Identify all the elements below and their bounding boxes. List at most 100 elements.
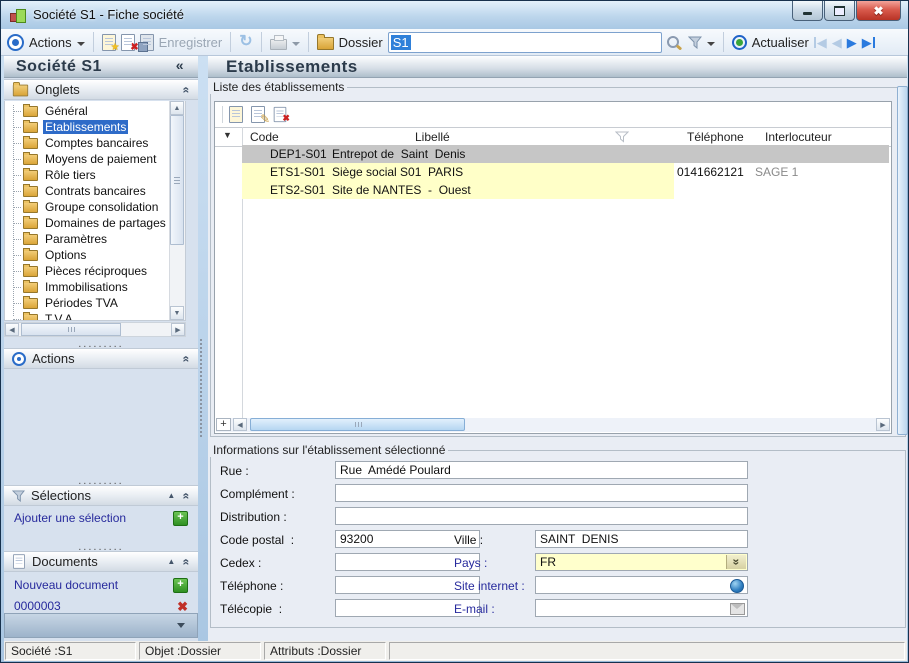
document-icon <box>13 554 25 568</box>
delete-record-button[interactable]: ✖ <box>121 34 135 51</box>
splitter-handle[interactable]: ......... <box>4 340 198 348</box>
title-bar[interactable]: Société S1 - Fiche société ✖ <box>1 1 908 29</box>
tree-stub <box>13 303 21 304</box>
site-internet-field[interactable] <box>535 576 748 594</box>
collapse-section-icon[interactable]: « <box>180 492 194 499</box>
actions-caret-icon[interactable] <box>77 42 85 50</box>
actions-section-header[interactable]: Actions « <box>4 348 198 369</box>
pin-up-icon[interactable]: ▲ <box>167 558 175 566</box>
status-empty <box>389 642 905 660</box>
sidebar-item-domaines-de-partages[interactable]: Domaines de partages <box>5 215 168 231</box>
sidebar-item-immobilisations[interactable]: Immobilisations <box>5 279 130 295</box>
maximize-button[interactable] <box>824 1 855 21</box>
save-icon[interactable] <box>140 34 154 51</box>
actualiser-button[interactable]: Actualiser <box>752 35 809 50</box>
filter-icon <box>12 490 25 502</box>
scroll-left-button[interactable]: ◀ <box>5 323 19 336</box>
refresh-icon[interactable]: ↻ <box>239 35 252 49</box>
email-field[interactable] <box>535 599 748 617</box>
sidebar-item-contrats-bancaires[interactable]: Contrats bancaires <box>5 183 148 199</box>
delete-document-icon[interactable]: ✖ <box>177 600 188 613</box>
status-bar: Société :S1 Objet :Dossier Attributs :Do… <box>4 641 907 661</box>
scroll-thumb[interactable] <box>21 323 121 336</box>
add-selection-link[interactable]: Ajouter une sélection <box>14 511 126 525</box>
sidebar-item-etablissements[interactable]: Etablissements <box>5 119 128 135</box>
sidebar-item-parametres[interactable]: Paramètres <box>5 231 109 247</box>
sidebar-item-comptes-bancaires[interactable]: Comptes bancaires <box>5 135 150 151</box>
scroll-thumb[interactable] <box>170 115 184 245</box>
add-icon[interactable]: + <box>173 578 188 593</box>
sidebar-item-moyens-de-paiement[interactable]: Moyens de paiement <box>5 151 158 167</box>
documents-section-label: Documents <box>32 554 98 569</box>
rue-field[interactable]: Rue Amédé Poulard <box>335 461 748 479</box>
pin-up-icon[interactable]: ▲ <box>167 492 175 500</box>
documents-section-header[interactable]: Documents ▲ « <box>4 551 198 572</box>
sidebar-item-role-tiers[interactable]: Rôle tiers <box>5 167 98 183</box>
scroll-down-button[interactable]: ▼ <box>170 306 184 320</box>
tree-vertical-scrollbar[interactable]: ▲ ▼ <box>169 101 185 320</box>
splitter-handle[interactable]: ......... <box>4 543 198 551</box>
send-email-button[interactable] <box>729 602 745 615</box>
collapse-section-icon[interactable]: « <box>180 558 194 565</box>
nav-last-button[interactable]: ▶ <box>862 36 875 49</box>
filter-caret-icon[interactable] <box>707 42 715 50</box>
ville-field[interactable]: SAINT DENIS <box>535 530 748 548</box>
onglets-section-header[interactable]: Onglets « <box>4 79 198 100</box>
complement-field[interactable] <box>335 484 748 502</box>
close-icon: ✖ <box>873 4 883 18</box>
selections-section-header[interactable]: Sélections ▲« <box>4 485 198 506</box>
panel-splitter[interactable] <box>200 339 202 437</box>
save-button[interactable]: Enregistrer <box>159 35 223 50</box>
printer-icon[interactable] <box>270 39 287 50</box>
search-input[interactable]: S1 <box>388 32 662 53</box>
nav-next-button[interactable]: ▶ <box>847 36 857 49</box>
collapse-section-icon[interactable]: « <box>180 355 194 362</box>
chevron-down-icon: » <box>730 559 744 566</box>
onglets-section-label: Onglets <box>35 82 80 97</box>
close-button[interactable]: ✖ <box>856 1 901 21</box>
minimize-icon <box>803 12 812 15</box>
folder-icon <box>23 298 38 309</box>
minimize-button[interactable] <box>792 1 823 21</box>
new-record-button[interactable]: ★ <box>102 34 116 51</box>
sidebar-bottom-bar[interactable] <box>4 613 198 638</box>
thumb-grip <box>68 327 75 332</box>
scroll-right-button[interactable]: ▶ <box>171 323 185 336</box>
add-icon[interactable]: + <box>173 511 188 526</box>
tabs-tree: Général Etablissements Comptes bancaires… <box>4 101 186 321</box>
thumb-grip <box>174 177 180 184</box>
document-item-link[interactable]: 0000003 <box>14 599 61 613</box>
splitter-handle[interactable]: ......... <box>4 477 198 485</box>
telephone-label: Téléphone : <box>220 579 283 593</box>
actions-menu-button[interactable]: Actions <box>29 35 72 50</box>
email-label: E-mail : <box>454 602 495 616</box>
sidebar-header: Société S1 « <box>4 56 198 78</box>
search-icon[interactable] <box>667 36 679 48</box>
sidebar-item-periodes-tva[interactable]: Périodes TVA <box>5 295 120 311</box>
sidebar: Société S1 « Onglets « Général Etablisse… <box>4 56 198 641</box>
dossier-button[interactable]: Dossier <box>339 35 383 50</box>
tree-stub <box>13 111 21 112</box>
distribution-field[interactable] <box>335 507 748 525</box>
sidebar-item-tva[interactable]: T.V.A. <box>5 311 78 321</box>
globe-icon <box>730 579 744 593</box>
pays-field[interactable]: FR » <box>535 553 748 571</box>
collapse-sidebar-button[interactable]: « <box>176 57 184 73</box>
pays-dropdown-button[interactable]: » <box>726 555 746 569</box>
new-document-link[interactable]: Nouveau document <box>14 578 118 592</box>
sidebar-item-general[interactable]: Général <box>5 103 90 119</box>
nav-previous-button[interactable]: ◀ <box>832 36 842 49</box>
sidebar-item-label: Options <box>43 248 88 262</box>
filter-icon[interactable] <box>688 36 702 49</box>
sidebar-item-options[interactable]: Options <box>5 247 88 263</box>
collapse-section-icon[interactable]: « <box>180 86 194 93</box>
expand-down-icon[interactable] <box>177 623 185 632</box>
sidebar-item-pieces-reciproques[interactable]: Pièces réciproques <box>5 263 149 279</box>
printer-caret-icon[interactable] <box>292 42 300 50</box>
sidebar-item-groupe-consolidation[interactable]: Groupe consolidation <box>5 199 160 215</box>
open-website-button[interactable] <box>729 579 745 592</box>
tree-horizontal-scrollbar[interactable]: ◀ ▶ <box>4 322 186 337</box>
scroll-up-button[interactable]: ▲ <box>170 101 184 115</box>
nav-first-button[interactable]: ◀ <box>814 36 827 49</box>
window-controls: ✖ <box>791 1 901 21</box>
